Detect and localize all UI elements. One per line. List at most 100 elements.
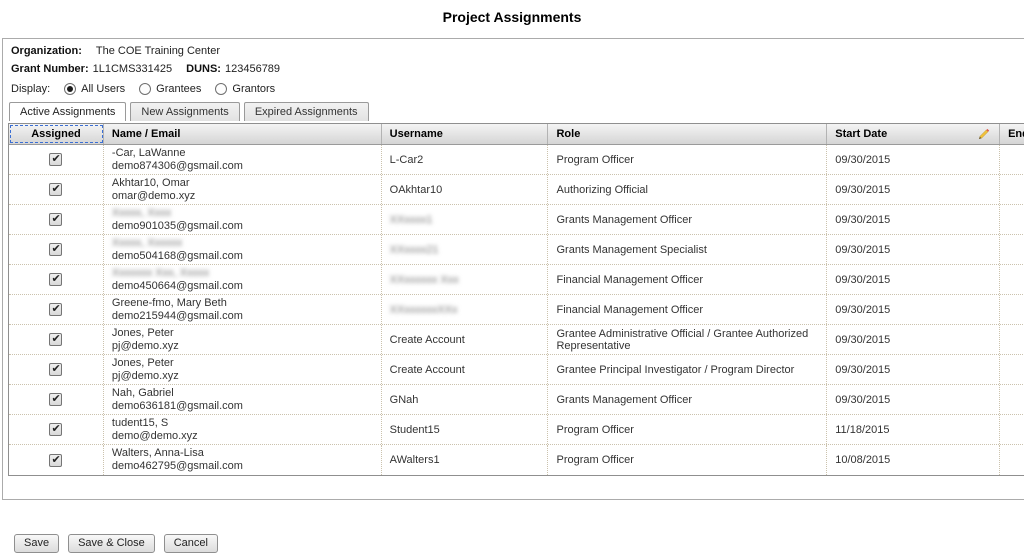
radio-label: Grantors: [232, 83, 275, 95]
table-row: Greene-fmo, Mary Beth demo215944@gsmail.…: [9, 295, 1024, 325]
radio-circle[interactable]: [139, 83, 151, 95]
user-email: demo462795@gsmail.com: [112, 460, 243, 473]
user-name: Walters, Anna-Lisa: [112, 447, 204, 460]
radio-option-grantors[interactable]: Grantors: [215, 83, 275, 95]
username-cell: XXxxxxxxXXx: [382, 295, 549, 324]
username-cell: Create Account: [382, 325, 549, 354]
user-email: pj@demo.xyz: [112, 340, 179, 353]
user-email: demo901035@gsmail.com: [112, 220, 243, 233]
table-row: Walters, Anna-Lisa demo462795@gsmail.com…: [9, 445, 1024, 475]
username-cell: AWalters1: [382, 445, 549, 475]
assigned-checkbox[interactable]: [49, 153, 62, 166]
end-date-cell: [1000, 415, 1024, 444]
table-row: Akhtar10, Omar omar@demo.xyz OAkhtar10 A…: [9, 175, 1024, 205]
username: XXxxxx1: [390, 214, 433, 226]
table-row: tudent15, S demo@demo.xyz Student15 Prog…: [9, 415, 1024, 445]
end-date-cell: [1000, 265, 1024, 294]
column-header-name-email: Name / Email: [104, 124, 382, 144]
name-email-cell: Xxxxx, Xxxx demo901035@gsmail.com: [104, 205, 382, 234]
table-row: -Car, LaWanne demo874306@gsmail.com L-Ca…: [9, 145, 1024, 175]
assigned-checkbox[interactable]: [49, 333, 62, 346]
save-button[interactable]: Save: [14, 534, 59, 553]
column-header-username: Username: [382, 124, 549, 144]
assigned-cell: [9, 175, 104, 204]
cancel-button[interactable]: Cancel: [164, 534, 218, 553]
end-date-cell: [1000, 325, 1024, 354]
grant-line: Grant Number:1L1CMS331425DUNS:123456789: [11, 63, 280, 75]
user-name: Akhtar10, Omar: [112, 177, 190, 190]
radio-group-display: All Users Grantees Grantors: [50, 83, 275, 95]
name-email-cell: Nah, Gabriel demo636181@gsmail.com: [104, 385, 382, 414]
name-email-cell: Jones, Peter pj@demo.xyz: [104, 355, 382, 384]
assigned-checkbox[interactable]: [49, 363, 62, 376]
table-row: Jones, Peter pj@demo.xyz Create Account …: [9, 325, 1024, 355]
assigned-cell: [9, 415, 104, 444]
assigned-checkbox[interactable]: [49, 213, 62, 226]
start-date-cell: 09/30/2015: [827, 355, 1000, 384]
assigned-cell: [9, 145, 104, 174]
assigned-checkbox[interactable]: [49, 303, 62, 316]
create-account-link[interactable]: Create Account: [390, 334, 465, 346]
assigned-checkbox[interactable]: [49, 183, 62, 196]
radio-circle[interactable]: [215, 83, 227, 95]
grant-number-label: Grant Number:: [11, 63, 89, 75]
role-cell: Grants Management Officer: [548, 205, 827, 234]
username-cell: XXxxxx21: [382, 235, 549, 264]
user-email: pj@demo.xyz: [112, 370, 179, 383]
user-name: Greene-fmo, Mary Beth: [112, 297, 227, 310]
save-and-close-button[interactable]: Save & Close: [68, 534, 155, 553]
display-label: Display:: [11, 83, 50, 95]
assigned-cell: [9, 235, 104, 264]
table-row: Xxxxxxx Xxx, Xxxxx demo450664@gsmail.com…: [9, 265, 1024, 295]
table-row: Xxxxx, Xxxx demo901035@gsmail.com XXxxxx…: [9, 205, 1024, 235]
username-cell: Create Account: [382, 355, 549, 384]
name-email-cell: Jones, Peter pj@demo.xyz: [104, 325, 382, 354]
assigned-checkbox[interactable]: [49, 243, 62, 256]
start-date-cell: 09/30/2015: [827, 325, 1000, 354]
assigned-cell: [9, 355, 104, 384]
column-header-assigned: Assigned: [9, 124, 104, 144]
user-name: Xxxxxxx Xxx, Xxxxx: [112, 267, 209, 280]
username: XXxxxxxxXXx: [390, 304, 458, 316]
end-date-cell: [1000, 205, 1024, 234]
name-email-cell: Xxxxx, Xxxxxx demo504168@gsmail.com: [104, 235, 382, 264]
name-email-cell: tudent15, S demo@demo.xyz: [104, 415, 382, 444]
page-title: Project Assignments: [0, 9, 1024, 25]
assignments-panel: Organization:The COE Training Center Gra…: [2, 38, 1024, 500]
username: OAkhtar10: [390, 184, 443, 196]
username-cell: XXxxxx1: [382, 205, 549, 234]
user-name-link[interactable]: Jones, Peter: [112, 357, 174, 370]
username-cell: L-Car2: [382, 145, 549, 174]
radio-circle[interactable]: [64, 83, 76, 95]
username-cell: GNah: [382, 385, 549, 414]
create-account-link[interactable]: Create Account: [390, 364, 465, 376]
role-cell: Grants Management Officer: [548, 385, 827, 414]
start-date-cell: 09/30/2015: [827, 385, 1000, 414]
username-cell: Student15: [382, 415, 549, 444]
assigned-checkbox[interactable]: [49, 273, 62, 286]
assigned-cell: [9, 325, 104, 354]
assigned-checkbox[interactable]: [49, 393, 62, 406]
user-name: -Car, LaWanne: [112, 147, 186, 160]
assigned-cell: [9, 265, 104, 294]
table-row: Nah, Gabriel demo636181@gsmail.com GNah …: [9, 385, 1024, 415]
username: XXxxxx21: [390, 244, 439, 256]
column-header-end-date: End: [1000, 124, 1024, 144]
table-header-row: Assigned Name / Email Username Role Star…: [9, 124, 1024, 145]
end-date-cell: [1000, 445, 1024, 475]
tab-expired-assignments[interactable]: Expired Assignments: [244, 102, 369, 121]
user-email: demo215944@gsmail.com: [112, 310, 243, 323]
user-name: Xxxxx, Xxxx: [112, 207, 171, 220]
assigned-checkbox[interactable]: [49, 423, 62, 436]
radio-option-all-users[interactable]: All Users: [64, 83, 125, 95]
pencil-edit-icon[interactable]: [977, 127, 991, 141]
tab-new-assignments[interactable]: New Assignments: [130, 102, 239, 121]
assigned-checkbox[interactable]: [49, 454, 62, 467]
end-date-cell: [1000, 385, 1024, 414]
user-name-link[interactable]: Jones, Peter: [112, 327, 174, 340]
duns-value: 123456789: [225, 63, 280, 75]
radio-option-grantees[interactable]: Grantees: [139, 83, 201, 95]
assignments-table: Assigned Name / Email Username Role Star…: [8, 123, 1024, 476]
grant-number-value: 1L1CMS331425: [93, 63, 173, 75]
tab-active-assignments[interactable]: Active Assignments: [9, 102, 126, 121]
